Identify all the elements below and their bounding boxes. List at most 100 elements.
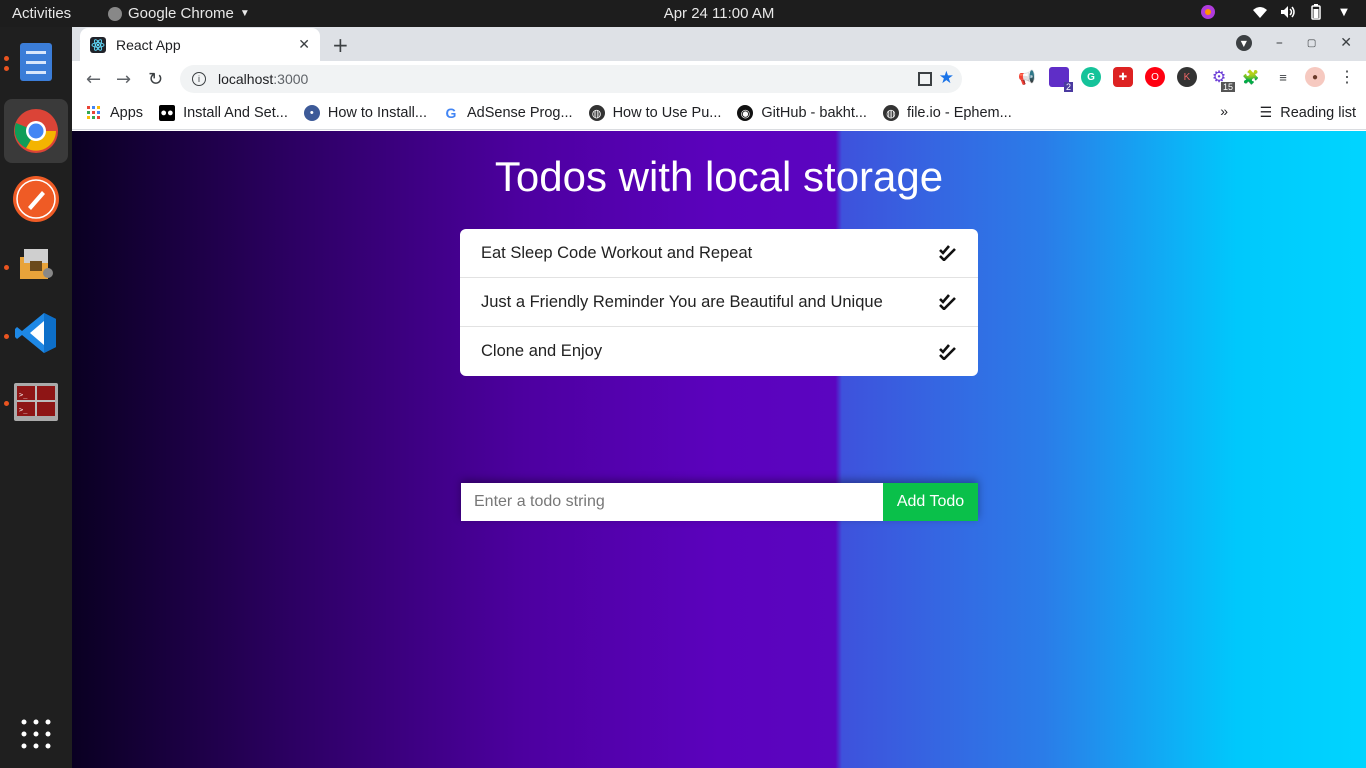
bookmark-github[interactable]: ◉ GitHub - bakht... xyxy=(737,105,867,121)
globe-icon: ◍ xyxy=(588,105,605,121)
browser-toolbar: ← → ↻ i localhost:3000 ★ 📢 2 G ✚ O K ⚙ 1… xyxy=(72,61,1366,97)
reading-list-button[interactable]: ☰ Reading list xyxy=(1260,104,1356,121)
bookmark-how-to-install[interactable]: • How to Install... xyxy=(303,105,427,121)
media-control-icon[interactable]: ≡ xyxy=(1273,67,1293,87)
page-viewport: Todos with local storage Eat Sleep Code … xyxy=(72,131,1366,768)
bookmark-adsense[interactable]: G AdSense Prog... xyxy=(443,105,573,121)
bookmark-apps[interactable]: Apps xyxy=(86,105,143,121)
close-window-icon[interactable]: ✕ xyxy=(1340,35,1352,51)
bookmark-label: GitHub - bakht... xyxy=(761,105,867,121)
chrome-icon xyxy=(14,109,58,153)
wifi-icon[interactable] xyxy=(1252,4,1268,20)
show-applications-button[interactable] xyxy=(4,702,68,766)
ubuntu-dock: >_ >_ xyxy=(0,27,72,768)
close-tab-icon[interactable]: ✕ xyxy=(298,36,310,53)
postman-icon xyxy=(13,176,59,222)
tab-strip: React App ✕ + ▼ – ▢ ✕ xyxy=(72,27,1366,61)
opera-extension-icon[interactable]: O xyxy=(1145,67,1165,87)
window-controls: ▼ – ▢ ✕ xyxy=(1235,35,1352,51)
package-installer-icon xyxy=(20,249,53,279)
svg-text:>_: >_ xyxy=(19,391,28,399)
bookmarks-bar: Apps ●● Install And Set... • How to Inst… xyxy=(72,97,1366,130)
extensions-puzzle-icon[interactable]: 🧩 xyxy=(1241,67,1261,87)
dock-chrome-app[interactable] xyxy=(4,99,68,163)
chrome-menu-icon[interactable]: ⋮ xyxy=(1337,67,1357,87)
bookmark-label: file.io - Ephem... xyxy=(906,105,1012,121)
system-menu-caret-icon[interactable]: ▼ xyxy=(1336,4,1352,20)
vscode-icon xyxy=(15,313,56,353)
file-cabinet-icon xyxy=(20,43,52,81)
bookmark-label: How to Use Pu... xyxy=(612,105,722,121)
todo-text: Just a Friendly Reminder You are Beautif… xyxy=(481,292,883,311)
hat-extension-icon[interactable]: 2 xyxy=(1049,67,1073,92)
volume-icon[interactable] xyxy=(1280,4,1296,20)
bookmark-how-to-use[interactable]: ◍ How to Use Pu... xyxy=(588,105,722,121)
system-top-bar: Activities Google Chrome ▼ Apr 24 11:00 … xyxy=(0,0,1366,27)
todo-input[interactable] xyxy=(461,483,883,521)
reading-list-icon: ☰ xyxy=(1259,104,1273,120)
terminal-icon: >_ >_ xyxy=(14,383,58,421)
profile-avatar[interactable]: ● xyxy=(1305,67,1325,87)
tab-react-app[interactable]: React App ✕ xyxy=(80,28,320,61)
reading-list-label: Reading list xyxy=(1280,104,1356,121)
minimize-icon[interactable]: – xyxy=(1276,35,1283,51)
grammarly-icon[interactable]: G xyxy=(1081,67,1101,87)
add-todo-button[interactable]: Add Todo xyxy=(883,483,978,521)
clock[interactable]: Apr 24 11:00 AM xyxy=(0,5,1366,22)
dock-postman-app[interactable] xyxy=(4,167,68,231)
red-puzzle-extension-icon[interactable]: ✚ xyxy=(1113,67,1133,87)
extensions-row: 📢 2 G ✚ O K ⚙ 15 🧩 ≡ ● ⋮ xyxy=(1017,67,1357,92)
bookmark-label: Install And Set... xyxy=(183,105,288,121)
svg-text:>_: >_ xyxy=(19,406,28,414)
react-favicon-icon xyxy=(90,36,106,53)
new-tab-button[interactable]: + xyxy=(332,33,349,57)
dock-terminal-app[interactable]: >_ >_ xyxy=(4,370,68,434)
bookmark-label: AdSense Prog... xyxy=(466,105,573,121)
qr-code-icon[interactable] xyxy=(918,72,932,86)
chrome-window: React App ✕ + ▼ – ▢ ✕ ← → ↻ i localhost:… xyxy=(72,27,1366,768)
double-check-icon[interactable] xyxy=(938,243,958,263)
todo-text: Clone and Enjoy xyxy=(481,342,603,360)
extension-badge: 15 xyxy=(1220,82,1235,92)
bookmark-label: How to Install... xyxy=(327,105,427,121)
battery-icon[interactable] xyxy=(1308,4,1324,20)
double-check-icon[interactable] xyxy=(938,292,958,312)
todo-item[interactable]: Eat Sleep Code Workout and Repeat xyxy=(460,229,978,278)
globe-icon: ◍ xyxy=(882,105,899,121)
bookmark-label: Apps xyxy=(110,105,144,121)
tab-title: React App xyxy=(116,36,181,53)
info-icon[interactable]: i xyxy=(192,72,206,86)
todo-text: Eat Sleep Code Workout and Repeat xyxy=(481,243,753,262)
google-icon: G xyxy=(445,105,457,121)
dock-vscode-app[interactable] xyxy=(4,301,68,365)
more-bookmarks-button[interactable]: » xyxy=(1220,103,1228,119)
forward-arrow-icon[interactable]: → xyxy=(116,69,131,90)
url-port: :3000 xyxy=(273,71,309,87)
system-tray[interactable]: ▼ xyxy=(1200,4,1352,20)
firefox-dev-icon[interactable] xyxy=(1200,4,1216,20)
tab-search-icon[interactable]: ▼ xyxy=(1235,35,1252,51)
back-arrow-icon[interactable]: ← xyxy=(86,69,101,90)
todo-item[interactable]: Clone and Enjoy xyxy=(460,327,978,376)
todo-item[interactable]: Just a Friendly Reminder You are Beautif… xyxy=(460,278,978,327)
bookmark-star-icon[interactable]: ★ xyxy=(939,68,954,88)
bookmark-install-and-set[interactable]: ●● Install And Set... xyxy=(159,105,288,121)
reload-icon[interactable]: ↻ xyxy=(148,69,163,90)
add-todo-form: Add Todo xyxy=(461,483,978,521)
gear-extension-icon[interactable]: ⚙ 15 xyxy=(1209,67,1235,92)
megaphone-extension-icon[interactable]: 📢 xyxy=(1017,67,1037,87)
dock-installer-app[interactable] xyxy=(4,233,68,297)
address-bar[interactable]: i localhost:3000 ★ xyxy=(180,65,962,93)
page-title: Todos with local storage xyxy=(494,153,944,200)
url-host: localhost xyxy=(218,71,274,87)
app-grid-icon xyxy=(21,719,51,749)
maximize-icon[interactable]: ▢ xyxy=(1307,38,1316,49)
github-icon: ◉ xyxy=(737,105,754,121)
medium-icon: ●● xyxy=(159,105,176,121)
extension-badge: 2 xyxy=(1063,82,1073,92)
k-extension-icon[interactable]: K xyxy=(1177,67,1197,87)
double-check-icon[interactable] xyxy=(938,342,958,362)
site-icon: • xyxy=(303,105,320,121)
bookmark-file-io[interactable]: ◍ file.io - Ephem... xyxy=(882,105,1012,121)
dock-files-app[interactable] xyxy=(4,30,68,94)
